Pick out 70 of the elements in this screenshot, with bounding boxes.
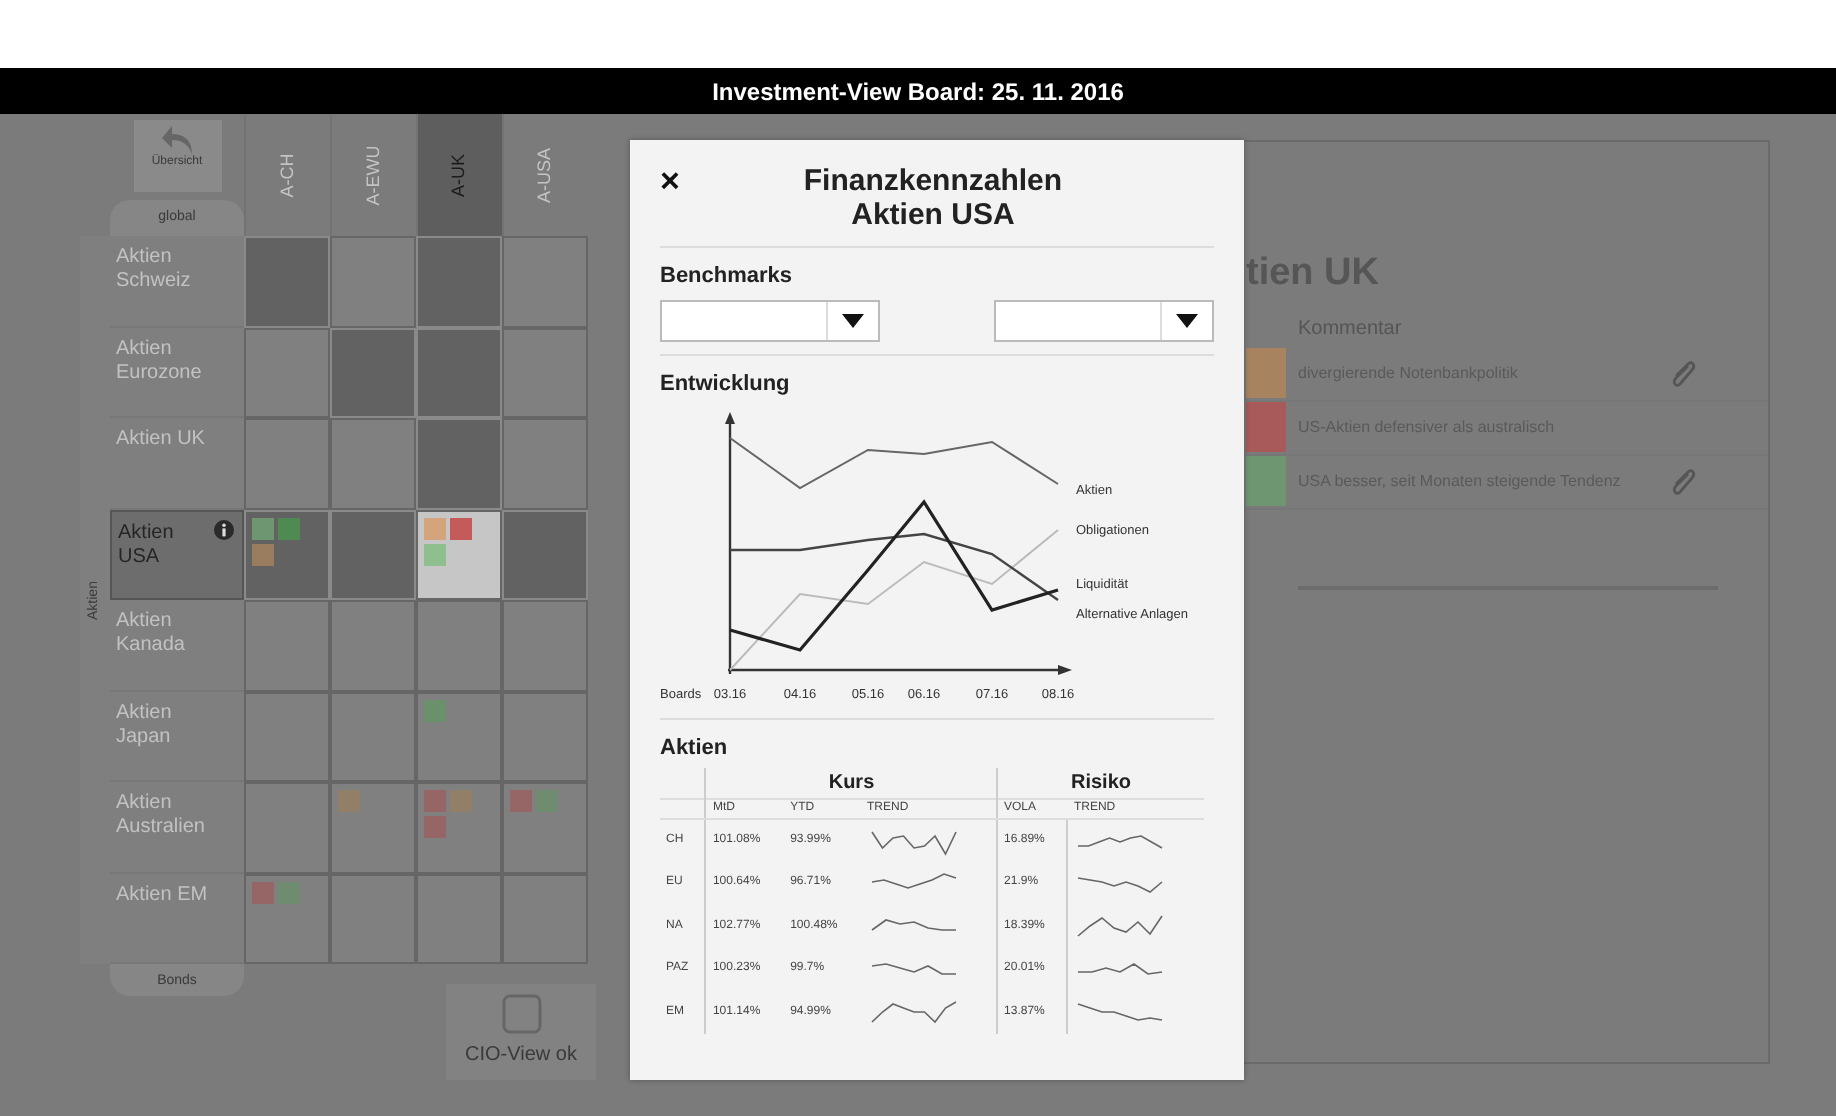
section-heading: Aktien (660, 733, 730, 763)
matrix-cell[interactable] (416, 236, 502, 327)
matrix-cell[interactable] (330, 782, 416, 873)
section-heading: Entwicklung (660, 370, 792, 400)
dialog-subtitle: Aktien USA (849, 198, 1017, 233)
row-header[interactable]: Aktien EM (110, 873, 244, 964)
matrix-cell[interactable] (416, 327, 502, 418)
row-header[interactable]: Aktien UK (110, 418, 244, 509)
column-group-header: Kurs (705, 768, 998, 799)
matrix-cell[interactable] (330, 509, 416, 600)
dropdown-field[interactable] (660, 300, 880, 342)
matrix-cell[interactable] (330, 418, 416, 509)
row-label: Aktien Kanada (116, 610, 187, 658)
undo-icon (159, 124, 195, 156)
matrix-cell[interactable] (416, 600, 502, 691)
caret-icon (842, 314, 864, 328)
dropdown-field[interactable] (994, 300, 1214, 342)
sparkline (1074, 998, 1167, 1027)
matrix-cell[interactable] (416, 782, 502, 873)
matrix-cell[interactable] (244, 327, 330, 418)
matrix-cell[interactable] (416, 691, 502, 782)
row-label: Aktien Japan (116, 701, 174, 749)
checkbox-icon (501, 994, 541, 1034)
dialog-title: Finanzkennzahlen (801, 164, 1065, 199)
column-group-header: Risiko (997, 768, 1204, 799)
column-header[interactable]: A-UK (416, 114, 502, 236)
matrix-cell[interactable] (502, 691, 588, 782)
matrix-cell[interactable] (502, 236, 588, 327)
section-heading: Benchmarks (660, 261, 795, 291)
matrix-cell[interactable] (244, 873, 330, 964)
row-label: Aktien UK (116, 428, 207, 452)
matrix-cell[interactable] (330, 236, 416, 327)
matrix-cell[interactable] (502, 418, 588, 509)
matrix-cell[interactable] (502, 873, 588, 964)
matrix-cell[interactable] (244, 600, 330, 691)
close-button[interactable]: × (660, 164, 680, 198)
matrix-cell[interactable] (330, 691, 416, 782)
matrix-cell[interactable] (502, 509, 588, 600)
matrix-cell[interactable] (330, 600, 416, 691)
row-header[interactable]: Aktien Eurozone (110, 327, 244, 418)
cio-view-checkbox[interactable]: CIO-View ok (446, 984, 596, 1080)
sparkline (867, 998, 960, 1027)
row-header[interactable]: Aktien Schweiz (110, 236, 244, 327)
row-header[interactable]: Aktien Australien (110, 782, 244, 873)
matrix-cell[interactable] (416, 418, 502, 509)
matrix-cell[interactable] (502, 782, 588, 873)
matrix-cell[interactable] (330, 327, 416, 418)
row-header[interactable]: Aktien USA (110, 509, 244, 600)
matrix-cell[interactable] (244, 509, 330, 600)
matrix-cell[interactable] (502, 327, 588, 418)
matrix-cell[interactable] (244, 418, 330, 509)
row-header[interactable]: Aktien Japan (110, 691, 244, 782)
matrix-cell[interactable] (244, 691, 330, 782)
matrix-cell[interactable] (416, 509, 502, 600)
window-title: Investment-View Board: 25. 11. 2016 (712, 75, 1124, 109)
info-icon (214, 519, 234, 539)
matrix-cell[interactable] (330, 873, 416, 964)
matrix-cell[interactable] (244, 236, 330, 327)
row-header[interactable]: Aktien Kanada (110, 600, 244, 691)
matrix-cell[interactable] (416, 873, 502, 964)
row-label: Aktien USA (118, 521, 176, 569)
matrix-cell[interactable] (502, 600, 588, 691)
caret-icon (1176, 314, 1198, 328)
row-label: Aktien EM (116, 883, 210, 907)
row-label: Aktien Australien (116, 792, 207, 840)
row-label: Aktien Eurozone (116, 337, 204, 385)
sparkline (1074, 912, 1167, 941)
matrix-cell[interactable] (244, 782, 330, 873)
sparkline (867, 827, 960, 855)
row-label: Aktien Schweiz (116, 246, 193, 294)
